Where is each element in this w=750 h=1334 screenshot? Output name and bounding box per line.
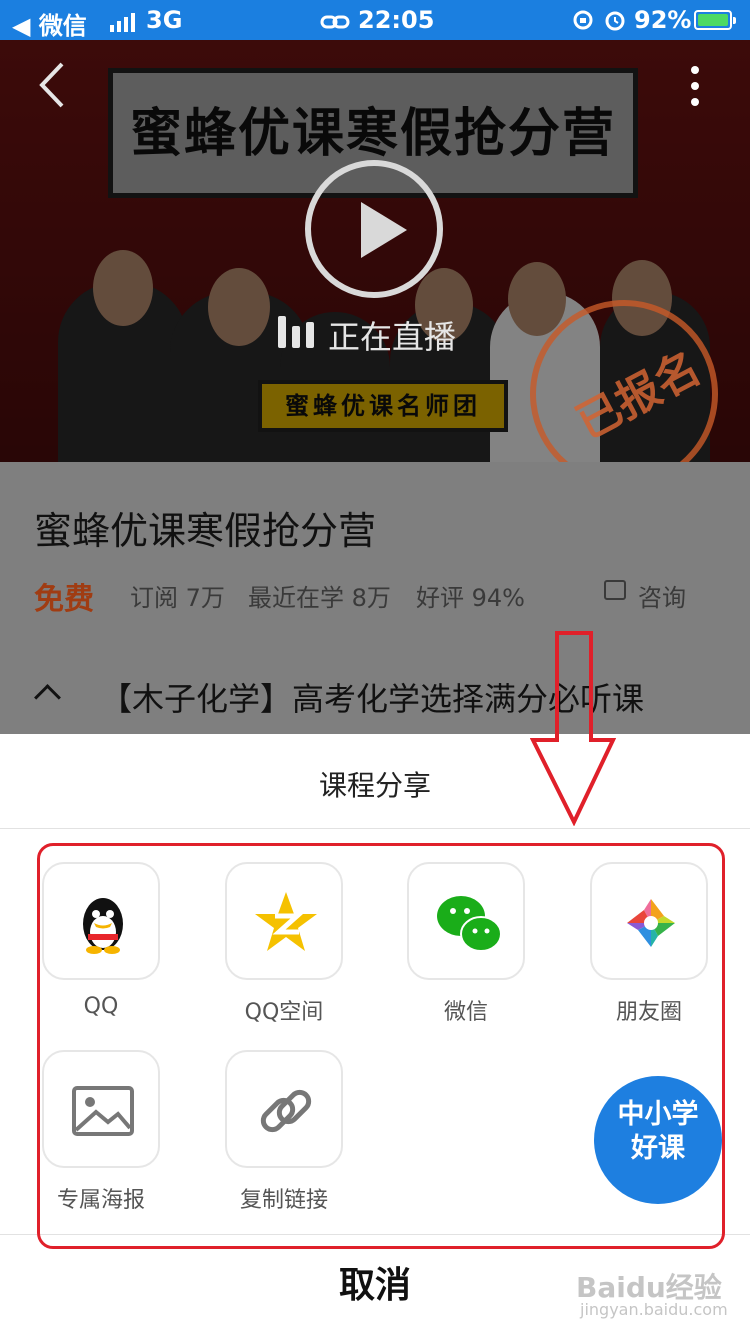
network-type: 3G [146, 6, 183, 34]
promo-badge[interactable]: 中小学 好课 [594, 1076, 722, 1204]
battery-percent: 92% [634, 6, 692, 34]
status-bar: ◀ 微信 3G 22:05 92% [0, 0, 750, 40]
video-banner[interactable]: 蜜蜂优课寒假抢分营 蜜蜂优课名师团 已报名 正在直播 [0, 40, 750, 462]
back-to-app-link[interactable]: ◀ 微信 [12, 6, 87, 41]
battery-icon [694, 10, 736, 30]
badge-line-2: 好课 [631, 1133, 685, 1164]
consult-label: 咨询 [638, 584, 686, 612]
chat-icon [604, 580, 626, 600]
down-arrow-annotation [530, 631, 616, 826]
rating: 好评 94% [416, 584, 525, 612]
course-price: 免费 [34, 582, 94, 617]
course-info: 蜜蜂优课寒假抢分营 免费 订阅 7万 最近在学 8万 好评 94% 咨询 【木子… [0, 462, 750, 734]
rotation-lock-icon [572, 9, 594, 37]
badge-line-1: 中小学 [617, 1099, 699, 1130]
alarm-icon [604, 9, 626, 37]
course-title: 蜜蜂优课寒假抢分营 [34, 509, 377, 553]
enrolled-stamp-text: 已报名 [568, 342, 709, 450]
chevron-left-icon [39, 62, 64, 108]
recent-learners: 最近在学 8万 [248, 584, 391, 612]
signal-icon [110, 10, 136, 38]
link-status-icon [320, 10, 350, 38]
live-status: 正在直播 [328, 318, 457, 356]
play-button[interactable] [305, 160, 443, 298]
play-icon [361, 202, 407, 258]
share-sheet-title: 课程分享 [318, 769, 431, 802]
live-bars-icon [278, 316, 318, 348]
watermark-url: jingyan.baidu.com [580, 1300, 728, 1319]
more-options-button[interactable] [688, 66, 702, 110]
consult-button[interactable]: 咨询 [604, 578, 686, 613]
divider [0, 828, 750, 829]
back-button[interactable] [36, 60, 66, 110]
subscribe-count: 订阅 7万 [130, 584, 225, 612]
clock: 22:05 [358, 6, 435, 34]
chevron-up-icon[interactable] [34, 684, 61, 711]
